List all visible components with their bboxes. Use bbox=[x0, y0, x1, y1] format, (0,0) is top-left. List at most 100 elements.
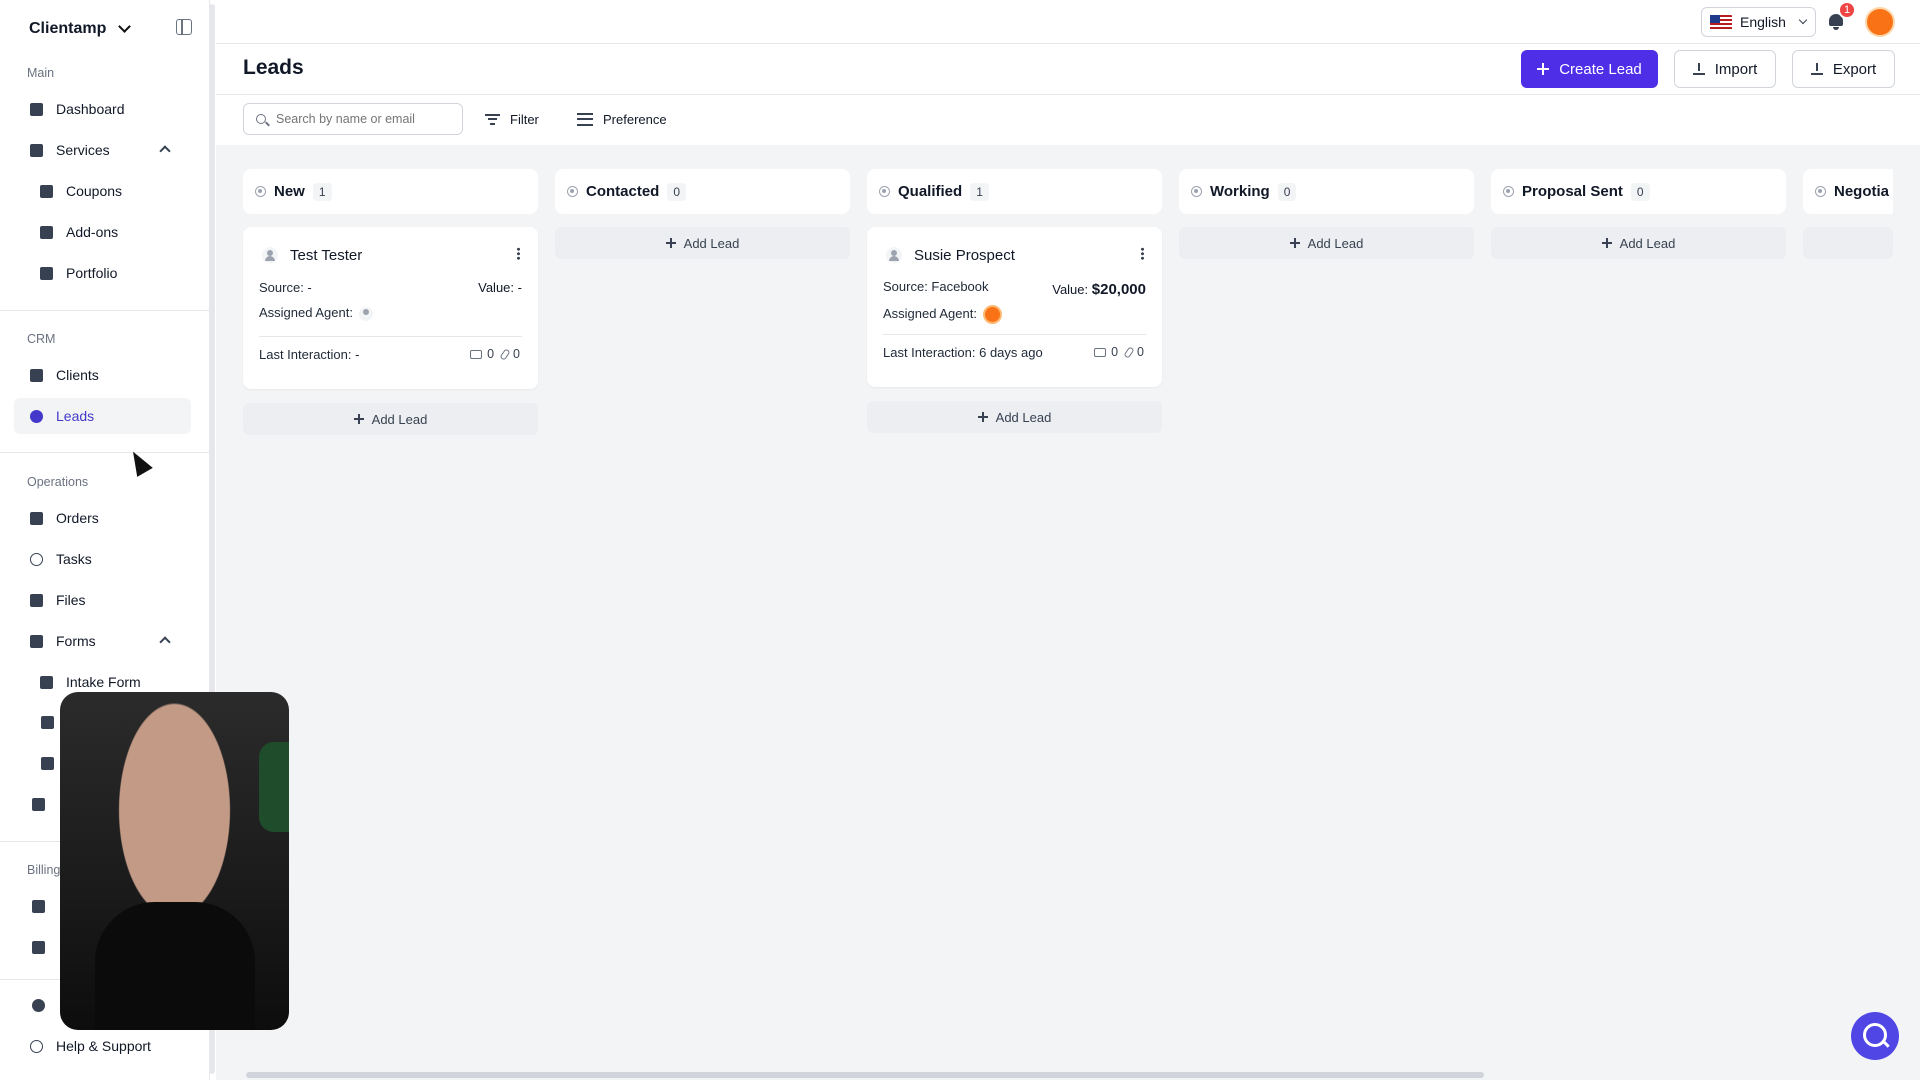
card-stats: 0 0 bbox=[1094, 345, 1144, 359]
file-count: 0 bbox=[487, 347, 495, 361]
attachment-count: 0 bbox=[513, 347, 520, 361]
sidebar-item-label: Orders bbox=[56, 510, 99, 526]
document-icon[interactable] bbox=[32, 798, 45, 811]
chevron-up-icon bbox=[159, 636, 171, 648]
support-chat-button[interactable] bbox=[1851, 1012, 1899, 1060]
language-select[interactable]: English bbox=[1701, 7, 1816, 37]
column-header-contacted[interactable]: Contacted 0 bbox=[555, 169, 850, 214]
paperclip-icon bbox=[499, 347, 511, 361]
add-lead-button[interactable]: Add Lead bbox=[1491, 227, 1786, 259]
column-header-qualified[interactable]: Qualified 1 bbox=[867, 169, 1162, 214]
paint-roller-icon bbox=[40, 266, 53, 280]
column-header-proposal-sent[interactable]: Proposal Sent 0 bbox=[1491, 169, 1786, 214]
lead-card[interactable]: Test Tester Source: - Value: - Assigned … bbox=[243, 227, 538, 389]
person-icon bbox=[262, 247, 278, 263]
store-icon[interactable] bbox=[32, 941, 45, 954]
column-name: Proposal Sent bbox=[1522, 183, 1623, 200]
chevron-down-icon bbox=[1798, 15, 1808, 25]
add-lead-label: Add Lead bbox=[371, 411, 428, 427]
gear-icon[interactable] bbox=[32, 999, 45, 1012]
add-lead-button[interactable]: Add Lead bbox=[867, 401, 1162, 433]
upload-icon bbox=[1692, 63, 1705, 75]
sidebar-item-addons[interactable]: Add-ons bbox=[14, 214, 191, 250]
sidebar-item-services[interactable]: Services bbox=[14, 132, 191, 168]
search-box[interactable] bbox=[243, 103, 463, 135]
assigned-agent: Assigned Agent: bbox=[883, 305, 1002, 324]
lead-source: Source: Facebook bbox=[883, 279, 989, 294]
add-lead-button[interactable]: Add Lead bbox=[555, 227, 850, 259]
column-name: Qualified bbox=[898, 183, 963, 200]
board-horizontal-scrollbar[interactable] bbox=[246, 1072, 1484, 1078]
sidebar-item-dashboard[interactable]: Dashboard bbox=[14, 91, 191, 127]
kanban-board: New 1 Contacted 0 Qualified 1 Working 0 … bbox=[216, 145, 1920, 1080]
add-lead-label: Add Lead bbox=[1619, 235, 1676, 251]
download-icon bbox=[1810, 63, 1823, 75]
workspace-switcher[interactable]: Clientamp bbox=[29, 17, 132, 41]
file-count: 0 bbox=[1111, 345, 1119, 359]
add-square-icon bbox=[40, 225, 53, 239]
credit-card-icon[interactable] bbox=[32, 900, 45, 913]
page-title: Leads bbox=[243, 56, 304, 79]
sidebar-item-label: Forms bbox=[56, 633, 96, 649]
sidebar-item-coupons[interactable]: Coupons bbox=[14, 173, 191, 209]
sidebar-item-leads[interactable]: Leads bbox=[14, 398, 191, 434]
sidebar-item-files[interactable]: Files bbox=[14, 582, 191, 618]
sidebar-item-tasks[interactable]: Tasks bbox=[14, 541, 191, 577]
sidebar-item-forms[interactable]: Forms bbox=[14, 623, 191, 659]
column-header-negotiation[interactable]: Negotia bbox=[1803, 169, 1893, 214]
status-dot-icon bbox=[1503, 186, 1514, 197]
more-options-icon[interactable] bbox=[1141, 247, 1144, 260]
divider bbox=[0, 310, 209, 311]
chevron-up-icon bbox=[159, 145, 171, 157]
sidebar-item-label: Clients bbox=[56, 367, 99, 383]
import-label: Import bbox=[1714, 60, 1758, 78]
lead-card[interactable]: Susie Prospect Source: Facebook Value: $… bbox=[867, 227, 1162, 387]
add-lead-label: Add Lead bbox=[995, 409, 1052, 425]
agent-avatar[interactable] bbox=[982, 305, 1002, 324]
search-input[interactable] bbox=[276, 112, 446, 126]
dashboard-icon bbox=[30, 102, 43, 116]
import-button[interactable]: Import bbox=[1674, 50, 1776, 88]
lead-value: Value: $20,000 bbox=[1052, 281, 1146, 298]
sidebar-item-label: Files bbox=[56, 592, 86, 608]
export-button[interactable]: Export bbox=[1792, 50, 1895, 88]
search-icon bbox=[256, 114, 266, 124]
add-lead-button[interactable]: Add Lead bbox=[243, 403, 538, 435]
sidebar-item-clients[interactable]: Clients bbox=[14, 357, 191, 393]
column-header-working[interactable]: Working 0 bbox=[1179, 169, 1474, 214]
webcam-video-overlay[interactable] bbox=[60, 692, 289, 1030]
paperclip-icon bbox=[1123, 345, 1135, 359]
last-interaction: Last Interaction: - bbox=[259, 347, 360, 362]
sidebar-item-label: Portfolio bbox=[66, 265, 118, 281]
header-divider bbox=[216, 94, 1920, 95]
more-options-icon[interactable] bbox=[517, 247, 520, 260]
add-lead-button[interactable]: Add Lead bbox=[1179, 227, 1474, 259]
folder-icon bbox=[30, 593, 43, 607]
column-count: 0 bbox=[1277, 182, 1297, 201]
column-header-new[interactable]: New 1 bbox=[243, 169, 538, 214]
add-lead-button[interactable] bbox=[1803, 227, 1893, 259]
column-count: 0 bbox=[667, 182, 687, 201]
sidebar-item-label: Leads bbox=[56, 408, 95, 424]
plus-icon bbox=[1537, 63, 1550, 75]
lead-value: Value: - bbox=[478, 280, 522, 295]
contact-card-icon bbox=[30, 368, 43, 382]
sidebar-item-portfolio[interactable]: Portfolio bbox=[14, 255, 191, 291]
last-interaction: Last Interaction: 6 days ago bbox=[883, 345, 1043, 360]
status-dot-icon bbox=[1815, 186, 1826, 197]
sidebar-item-orders[interactable]: Orders bbox=[14, 500, 191, 536]
sidebar-item-label: Add-ons bbox=[66, 224, 119, 240]
unassigned-agent-icon[interactable] bbox=[358, 306, 373, 321]
document-icon[interactable] bbox=[41, 716, 54, 729]
sidebar-collapse-icon[interactable] bbox=[176, 19, 192, 35]
column-name: Contacted bbox=[586, 183, 660, 200]
create-lead-button[interactable]: Create Lead bbox=[1521, 50, 1658, 88]
search-document-icon[interactable] bbox=[41, 757, 54, 770]
sidebar-item-help[interactable]: Help & Support bbox=[14, 1028, 191, 1064]
briefcase-icon bbox=[30, 143, 43, 157]
user-avatar[interactable] bbox=[1865, 7, 1895, 37]
preference-label: Preference bbox=[603, 111, 667, 127]
column-name: New bbox=[274, 183, 305, 200]
preference-button[interactable]: Preference bbox=[577, 107, 667, 131]
filter-button[interactable]: Filter bbox=[485, 107, 539, 131]
